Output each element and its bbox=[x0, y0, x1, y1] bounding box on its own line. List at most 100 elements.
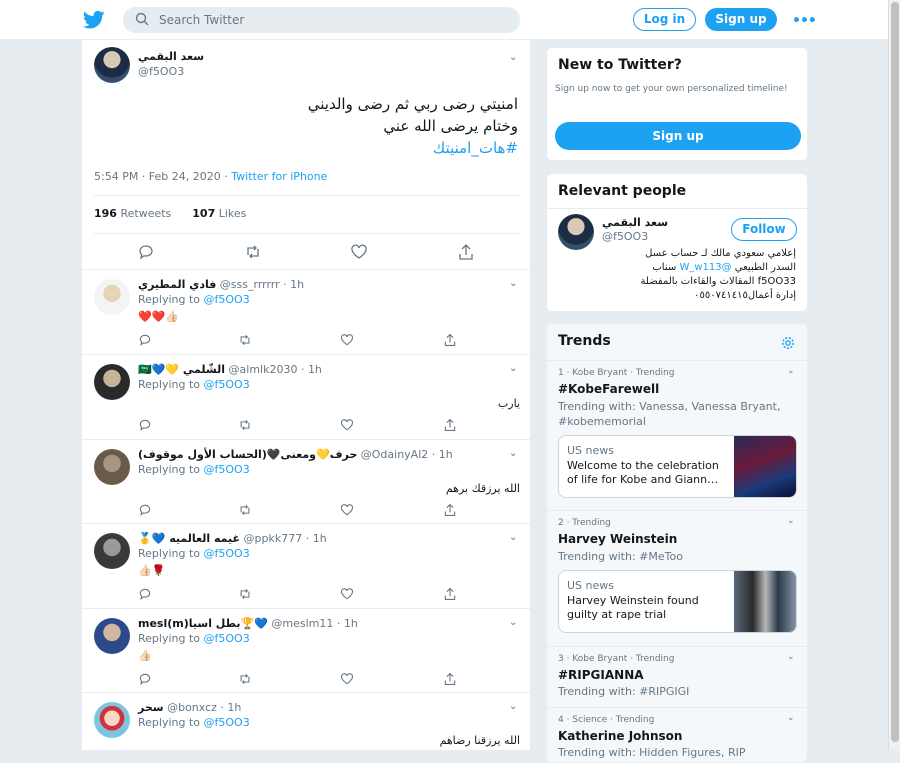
search-box[interactable] bbox=[123, 7, 520, 33]
share-icon[interactable] bbox=[443, 587, 457, 601]
retweets-stat[interactable]: 196 Retweets bbox=[94, 207, 171, 220]
reply-icon[interactable] bbox=[138, 418, 152, 432]
trend-item[interactable]: 3 · Kobe Bryant · Trending ⌄ #RIPGIANNA … bbox=[547, 646, 807, 707]
avatar[interactable] bbox=[94, 279, 130, 315]
like-icon[interactable] bbox=[340, 672, 354, 686]
gear-icon[interactable] bbox=[781, 336, 795, 350]
replying-to-link[interactable]: @f5OO3 bbox=[204, 293, 250, 306]
hashtag-link[interactable]: #هات_امنيتك bbox=[98, 137, 518, 159]
chevron-down-icon[interactable]: ⌄ bbox=[787, 366, 795, 376]
like-icon[interactable] bbox=[340, 418, 354, 432]
signup-button[interactable]: Sign up bbox=[555, 122, 801, 150]
retweet-icon[interactable] bbox=[238, 418, 252, 432]
share-icon[interactable] bbox=[457, 243, 475, 261]
replying-label: Replying to bbox=[138, 716, 204, 729]
reply-handle[interactable]: @sss_rrrrrr · 1h bbox=[220, 278, 304, 291]
retweet-icon[interactable] bbox=[238, 672, 252, 686]
reply-author-name[interactable]: 🥇💙 غيمه العالميه bbox=[138, 532, 240, 545]
chevron-down-icon[interactable]: ⌄ bbox=[509, 532, 517, 543]
replying-to-link[interactable]: @f5OO3 bbox=[204, 547, 250, 560]
page-scrollbar[interactable] bbox=[888, 0, 900, 750]
like-icon[interactable] bbox=[340, 503, 354, 517]
author-name[interactable]: سعد البقمي bbox=[138, 50, 204, 63]
tweet-timestamp[interactable]: 5:54 PM · Feb 24, 2020 · bbox=[94, 170, 231, 183]
reply-item[interactable]: حرف💛ومعنى🖤(الحساب الأول موقوف) @OdainyAl… bbox=[82, 439, 530, 523]
chevron-down-icon[interactable]: ⌄ bbox=[509, 52, 517, 63]
bio-line: السدر الطبيعي @W_w113 سناب bbox=[556, 261, 796, 275]
person-handle[interactable]: @f5OO3 bbox=[602, 230, 648, 243]
reply-author-name[interactable]: سحر bbox=[138, 701, 164, 714]
trend-item[interactable]: 1 · Kobe Bryant · Trending ⌄ #KobeFarewe… bbox=[547, 360, 807, 510]
login-button[interactable]: Log in bbox=[633, 8, 696, 31]
chevron-down-icon[interactable]: ⌄ bbox=[509, 448, 517, 459]
replying-to-link[interactable]: @f5OO3 bbox=[204, 378, 250, 391]
chevron-down-icon[interactable]: ⌄ bbox=[787, 516, 795, 526]
replying-to-link[interactable]: @f5OO3 bbox=[204, 632, 250, 645]
avatar[interactable] bbox=[558, 214, 594, 250]
chevron-down-icon[interactable]: ⌄ bbox=[509, 701, 517, 712]
news-card[interactable]: US news Welcome to the celebration of li… bbox=[558, 435, 797, 498]
replying-to-link[interactable]: @f5OO3 bbox=[204, 463, 250, 476]
like-icon[interactable] bbox=[340, 333, 354, 347]
follow-button[interactable]: Follow bbox=[731, 218, 797, 241]
share-icon[interactable] bbox=[443, 418, 457, 432]
chevron-down-icon[interactable]: ⌄ bbox=[787, 652, 795, 662]
trend-item[interactable]: 2 · Trending ⌄ Harvey Weinstein Trending… bbox=[547, 510, 807, 646]
trend-name[interactable]: Harvey Weinstein bbox=[558, 532, 677, 546]
trend-name[interactable]: #KobeFarewell bbox=[558, 382, 659, 396]
reply-icon[interactable] bbox=[138, 587, 152, 601]
avatar[interactable] bbox=[94, 618, 130, 654]
reply-author-name[interactable]: 🇸🇦💙💛 الشّلمي bbox=[138, 363, 225, 376]
bio-mention-link[interactable]: @W_w113 bbox=[679, 262, 731, 273]
chevron-down-icon[interactable]: ⌄ bbox=[509, 363, 517, 374]
twitter-logo-icon[interactable] bbox=[83, 10, 105, 30]
tweet-source-link[interactable]: Twitter for iPhone bbox=[231, 170, 327, 183]
reply-icon[interactable] bbox=[138, 503, 152, 517]
reply-handle[interactable]: @ppkk777 · 1h bbox=[244, 532, 327, 545]
share-icon[interactable] bbox=[443, 503, 457, 517]
reply-author-name[interactable]: حرف💛ومعنى🖤(الحساب الأول موقوف) bbox=[138, 448, 357, 461]
reply-handle[interactable]: @bonxcz · 1h bbox=[167, 701, 241, 714]
reply-item[interactable]: سحر @bonxcz · 1h ⌄ Replying to @f5OO3 ال… bbox=[82, 692, 530, 750]
scrollbar-thumb[interactable] bbox=[891, 2, 899, 742]
news-card[interactable]: US news Harvey Weinstein found guilty at… bbox=[558, 570, 797, 633]
reply-item[interactable]: 🇸🇦💙💛 الشّلمي @almlk2030 · 1h ⌄ Replying … bbox=[82, 354, 530, 439]
reply-handle[interactable]: @OdainyAl2 · 1h bbox=[361, 448, 453, 461]
person-name[interactable]: سعد البقمي bbox=[602, 216, 668, 229]
search-input[interactable] bbox=[159, 7, 509, 33]
avatar[interactable] bbox=[94, 702, 130, 738]
like-icon[interactable] bbox=[340, 587, 354, 601]
avatar[interactable] bbox=[94, 533, 130, 569]
replying-to-link[interactable]: @f5OO3 bbox=[204, 716, 250, 729]
reply-item[interactable]: 🥇💙 غيمه العالميه @ppkk777 · 1h ⌄ Replyin… bbox=[82, 523, 530, 608]
reply-author-name[interactable]: mesl(m)بطل اسيا🏆💙 bbox=[138, 617, 268, 630]
avatar[interactable] bbox=[94, 47, 130, 83]
reply-handle[interactable]: @almlk2030 · 1h bbox=[229, 363, 322, 376]
avatar[interactable] bbox=[94, 364, 130, 400]
retweet-icon[interactable] bbox=[238, 587, 252, 601]
reply-icon[interactable] bbox=[138, 672, 152, 686]
reply-author-name[interactable]: فادي المطيري bbox=[138, 278, 216, 291]
more-options-icon[interactable]: ••• bbox=[792, 13, 817, 29]
share-icon[interactable] bbox=[443, 333, 457, 347]
retweet-icon[interactable] bbox=[244, 243, 262, 261]
reply-handle[interactable]: @meslm11 · 1h bbox=[271, 617, 357, 630]
retweet-icon[interactable] bbox=[238, 503, 252, 517]
chevron-down-icon[interactable]: ⌄ bbox=[509, 278, 517, 289]
chevron-down-icon[interactable]: ⌄ bbox=[509, 617, 517, 628]
signup-button[interactable]: Sign up bbox=[705, 8, 777, 31]
avatar[interactable] bbox=[94, 449, 130, 485]
trend-name[interactable]: Katherine Johnson bbox=[558, 729, 682, 743]
chevron-down-icon[interactable]: ⌄ bbox=[787, 713, 795, 723]
reply-item[interactable]: mesl(m)بطل اسيا🏆💙 @meslm11 · 1h ⌄ Replyi… bbox=[82, 608, 530, 692]
like-icon[interactable] bbox=[350, 243, 368, 261]
likes-stat[interactable]: 107 Likes bbox=[192, 207, 246, 220]
author-handle[interactable]: @f5OO3 bbox=[138, 65, 184, 78]
reply-item[interactable]: فادي المطيري @sss_rrrrrr · 1h ⌄ Replying… bbox=[82, 269, 530, 354]
reply-icon[interactable] bbox=[138, 333, 152, 347]
share-icon[interactable] bbox=[443, 672, 457, 686]
trend-item[interactable]: 4 · Science · Trending ⌄ Katherine Johns… bbox=[547, 707, 807, 762]
retweet-icon[interactable] bbox=[238, 333, 252, 347]
trend-name[interactable]: #RIPGIANNA bbox=[558, 668, 644, 682]
reply-icon[interactable] bbox=[137, 243, 155, 261]
